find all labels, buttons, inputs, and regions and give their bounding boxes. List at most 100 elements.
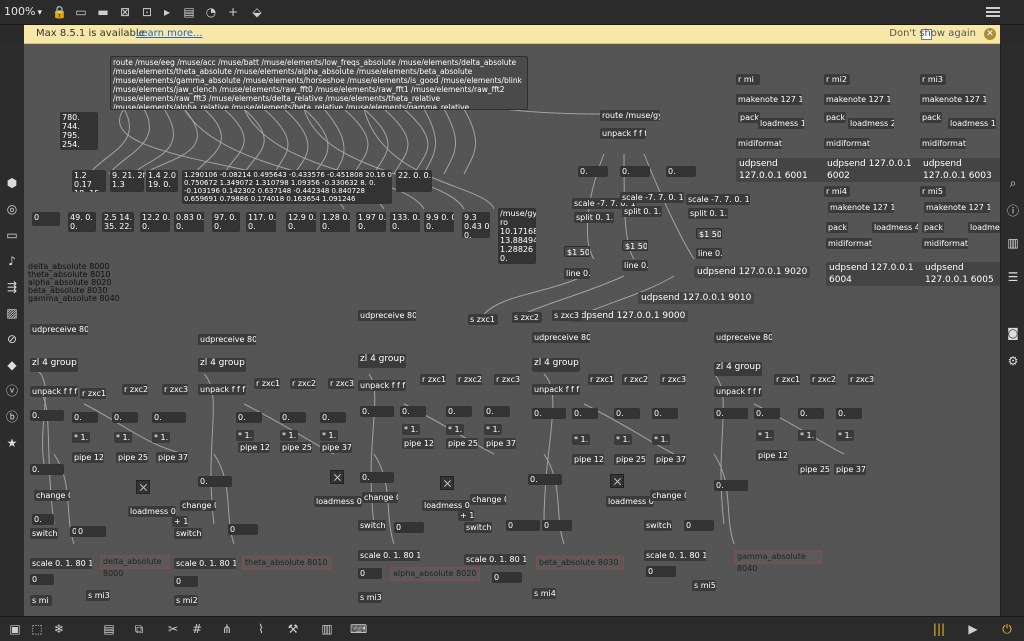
multiply-5b[interactable]: * 1. bbox=[798, 430, 816, 441]
gyro-values[interactable]: /muse/gy ro 10.17168 13.88494 1.28826 0. bbox=[498, 208, 536, 264]
unpack-group-5[interactable]: unpack f f f f bbox=[714, 386, 762, 397]
loadmess-group-1[interactable]: loadmess 0 bbox=[128, 506, 176, 517]
settings-icon[interactable]: ⚙ bbox=[1006, 354, 1020, 368]
number-box[interactable]: 0. bbox=[572, 408, 598, 419]
receive-mi5[interactable]: r mi5 bbox=[920, 186, 946, 197]
udpsend-9000[interactable]: udpsend 127.0.0.1 9000 bbox=[572, 310, 689, 322]
pack-5[interactable]: pack bbox=[922, 222, 944, 233]
line-object-3[interactable]: line 0. bbox=[696, 248, 722, 259]
udpsend-6002[interactable]: udpsend 127.0.0.1 6002 bbox=[824, 158, 922, 182]
pipe-250-5[interactable]: pipe 250 bbox=[798, 464, 830, 475]
switch-3[interactable]: switch bbox=[358, 520, 386, 531]
number-box[interactable]: 0. bbox=[754, 408, 780, 419]
number-box[interactable]: 0 bbox=[684, 520, 714, 531]
number-box[interactable]: 0 bbox=[358, 568, 382, 579]
piano-icon[interactable]: ▥ bbox=[320, 622, 334, 636]
toggle-1[interactable] bbox=[136, 480, 150, 494]
line-msg-3[interactable]: $1 50 bbox=[696, 228, 722, 239]
tile-icon[interactable]: ⧉ bbox=[132, 622, 146, 636]
number-box[interactable]: 0. bbox=[360, 406, 394, 417]
number-box[interactable]: 0. bbox=[614, 408, 640, 419]
multiply-4c[interactable]: * 1. bbox=[652, 434, 670, 445]
tree-icon[interactable]: ⋔ bbox=[220, 622, 234, 636]
receive-zxc1-2[interactable]: r zxc1 bbox=[254, 378, 280, 389]
receive-zxc2-3[interactable]: r zxc2 bbox=[456, 374, 482, 385]
receive-mi[interactable]: r mi bbox=[736, 74, 760, 85]
info-icon[interactable]: ⓘ bbox=[1006, 204, 1020, 218]
midiformat-5[interactable]: midiformat bbox=[922, 238, 968, 249]
number-box[interactable]: 0 bbox=[394, 522, 424, 533]
search-icon[interactable]: ⌕ bbox=[1006, 176, 1020, 190]
pipe-125-1[interactable]: pipe 125 bbox=[72, 452, 104, 463]
scale-group-5[interactable]: scale 0. 1. 80 127 bbox=[644, 550, 706, 561]
batt-values[interactable]: 9. 21. 28. 1.3 bbox=[110, 170, 144, 192]
midiformat-2[interactable]: midiformat bbox=[824, 138, 870, 149]
receive-mi2[interactable]: r mi2 bbox=[824, 74, 850, 85]
number-box[interactable]: 2.5 14. 35. 22. bbox=[102, 212, 134, 232]
number-box[interactable]: 0. bbox=[320, 412, 346, 423]
layout-icon[interactable]: ▤ bbox=[102, 622, 116, 636]
split-object-1[interactable]: split 0. 1. bbox=[574, 212, 614, 223]
send-mi[interactable]: s mi bbox=[30, 595, 52, 606]
number-box[interactable]: 49. 0. 0. 0. bbox=[68, 212, 96, 232]
pipe-375-1[interactable]: pipe 375 bbox=[156, 452, 188, 463]
lock-icon[interactable]: 🔒 bbox=[52, 5, 67, 19]
pill-icon[interactable]: ⊘ bbox=[5, 332, 19, 346]
receive-zxc3-4[interactable]: r zxc3 bbox=[660, 374, 686, 385]
fft-values-display[interactable]: 1.290106 -0.08214 0.495643 -0.433576 -0.… bbox=[182, 170, 392, 204]
plus-one-3[interactable]: + 1 bbox=[458, 510, 474, 521]
number-box[interactable]: 0 bbox=[228, 524, 258, 535]
line-msg-1[interactable]: $1 50 bbox=[564, 246, 590, 257]
udpsend-9010[interactable]: udpsend 127.0.0.1 9010 bbox=[638, 292, 755, 304]
unpack-gyro-object[interactable]: unpack f f f bbox=[600, 128, 646, 139]
makenote-1[interactable]: makenote 127 100 bbox=[736, 94, 802, 105]
number-box[interactable]: 0. bbox=[528, 474, 562, 485]
switch-1[interactable]: switch bbox=[30, 528, 58, 539]
zl-group-3[interactable]: zl 4 group bbox=[358, 354, 406, 368]
udpreceive-8010[interactable]: udpreceive 8010 bbox=[198, 334, 256, 345]
circle-icon[interactable]: ◎ bbox=[5, 202, 19, 216]
udpsend-6005[interactable]: udpsend 127.0.0.1 6005 bbox=[922, 262, 1000, 286]
toggle-4[interactable] bbox=[610, 474, 624, 488]
grid-menu-icon[interactable] bbox=[986, 5, 1000, 19]
receive-zxc2-1[interactable]: r zxc2 bbox=[122, 384, 148, 395]
multiply-3a[interactable]: * 1. bbox=[402, 424, 420, 435]
send-zxc2[interactable]: s zxc2 bbox=[512, 312, 542, 323]
number-box[interactable]: 0 bbox=[30, 574, 54, 585]
number-box[interactable]: 0. bbox=[484, 406, 510, 417]
multiply-4a[interactable]: * 1. bbox=[572, 434, 590, 445]
multiply-2b[interactable]: * 1. bbox=[280, 430, 298, 441]
number-box[interactable]: 0. bbox=[198, 476, 232, 487]
pipe-125-3[interactable]: pipe 125 bbox=[402, 438, 434, 449]
udpsend-6003[interactable]: udpsend 127.0.0.1 6003 bbox=[920, 158, 1000, 182]
number-box[interactable]: 0. bbox=[532, 408, 566, 419]
b-icon[interactable]: ⓑ bbox=[5, 410, 19, 424]
send-mi4[interactable]: s mi4 bbox=[532, 588, 556, 599]
route-muse-object[interactable]: route /muse/eeg /muse/acc /muse/batt /mu… bbox=[110, 56, 528, 110]
number-box[interactable]: 0 bbox=[32, 212, 60, 226]
grid-icon[interactable]: # bbox=[190, 622, 204, 636]
pipe-250-2[interactable]: pipe 250 bbox=[280, 442, 312, 453]
switch-5[interactable]: switch bbox=[644, 520, 672, 531]
scale-object-2[interactable]: scale -7. 7. 0. 1. bbox=[620, 192, 684, 203]
udpsend-9020[interactable]: udpsend 127.0.0.1 9020 bbox=[694, 266, 811, 278]
plugin-icon[interactable]: ◆ bbox=[5, 358, 19, 372]
line-msg-2[interactable]: $1 50 bbox=[622, 240, 648, 251]
number-box[interactable]: 133. 0. 0. 0. bbox=[390, 212, 420, 232]
eeg-values[interactable]: 780. 744. 795. 254. bbox=[60, 112, 98, 150]
dial-object-icon[interactable]: ◔ bbox=[204, 5, 218, 19]
sequence-icon[interactable]: ⇶ bbox=[5, 280, 19, 294]
number-box[interactable]: 0. bbox=[836, 408, 862, 419]
multiply-4b[interactable]: * 1. bbox=[614, 434, 632, 445]
receive-zxc2-2[interactable]: r zxc2 bbox=[290, 378, 316, 389]
udpreceive-8020[interactable]: udpreceive 8020 bbox=[358, 310, 416, 321]
multiply-1b[interactable]: * 1. bbox=[114, 432, 132, 443]
pipe-250-4[interactable]: pipe 250 bbox=[614, 454, 646, 465]
pipe-125-2[interactable]: pipe 125 bbox=[238, 442, 270, 453]
toggle-object-icon[interactable]: ⊡ bbox=[140, 5, 154, 19]
multiply-2c[interactable]: * 1. bbox=[320, 430, 338, 441]
paint-bucket-icon[interactable]: ⬙ bbox=[250, 5, 264, 19]
device-icon[interactable]: ▭ bbox=[5, 228, 19, 242]
power-icon[interactable]: ⏻ bbox=[1000, 622, 1014, 636]
udpsend-6001[interactable]: udpsend 127.0.0.1 6001 bbox=[736, 158, 826, 182]
